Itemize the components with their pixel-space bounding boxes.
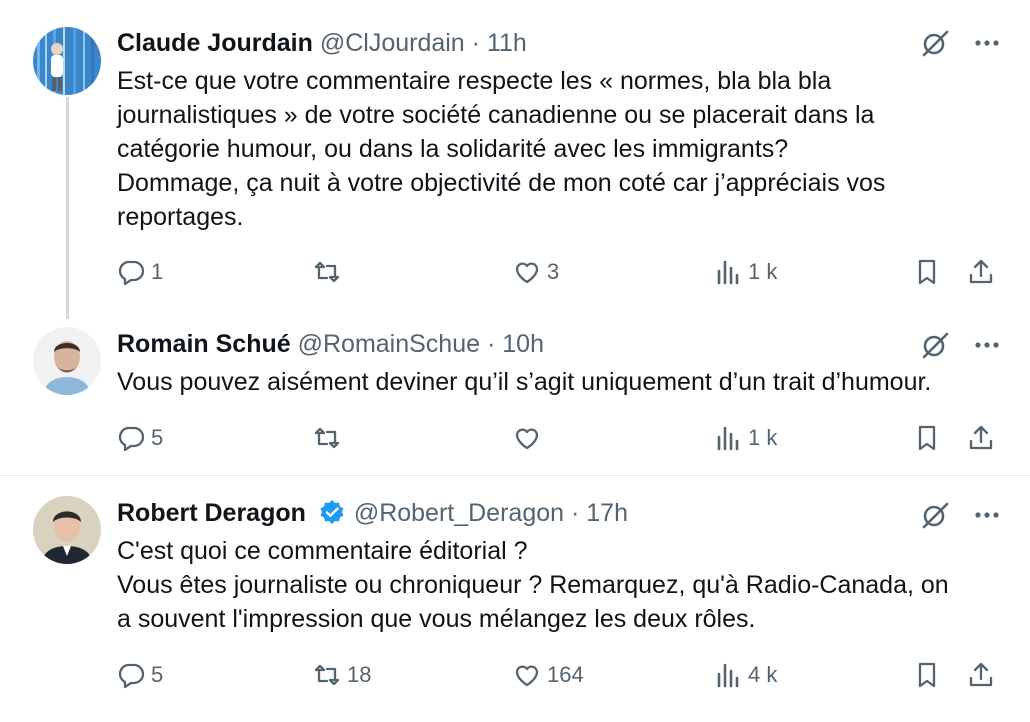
tweet-actions: 1 3 1 k xyxy=(117,252,997,292)
views-button[interactable]: 1 k xyxy=(714,252,777,292)
timestamp[interactable]: 10h xyxy=(502,330,544,358)
reply-icon xyxy=(118,426,145,452)
avatar-image xyxy=(33,327,101,395)
avatar[interactable] xyxy=(33,27,101,95)
repost-icon xyxy=(314,261,340,283)
reply-feed: Claude Jourdain @ClJourdain · 11h Est-ce… xyxy=(0,0,1030,722)
repost-count: 18 xyxy=(347,662,372,687)
author-handle[interactable]: @Robert_Deragon xyxy=(354,499,564,527)
repost-button[interactable]: 18 xyxy=(313,655,371,695)
like-icon xyxy=(515,665,539,687)
tweet-header: Romain Schué @RomainSchue · 10h xyxy=(117,329,544,359)
reply-button[interactable]: 1 xyxy=(117,252,163,292)
tweet-text: Vous pouvez aisément deviner qu’il s’agi… xyxy=(117,365,997,399)
repost-button[interactable] xyxy=(313,418,347,458)
tweet-top-icons xyxy=(920,330,1002,360)
avatar-image xyxy=(33,27,101,95)
view-count: 1 k xyxy=(748,259,778,284)
views-icon xyxy=(717,260,739,285)
tweet-text: Est-ce que votre commentaire respecte le… xyxy=(117,64,997,234)
author-handle[interactable]: @RomainSchue xyxy=(298,330,480,358)
more-icon[interactable] xyxy=(972,28,1002,58)
grok-icon[interactable] xyxy=(920,330,950,360)
repost-icon xyxy=(314,664,340,686)
tweet-line: C'est quoi ce commentaire éditorial ? xyxy=(117,537,528,565)
verified-badge-icon xyxy=(320,500,344,524)
author-handle[interactable]: @ClJourdain xyxy=(320,29,465,57)
tweet-line: a souvent l'impression que vous mélangez… xyxy=(117,605,756,633)
tweet-header: Robert Deragon @Robert_Deragon · 17h xyxy=(117,498,628,528)
reply-button[interactable]: 5 xyxy=(117,418,163,458)
view-count: 4 k xyxy=(748,662,778,687)
like-button[interactable]: 3 xyxy=(513,252,559,292)
bookmark-icon xyxy=(918,259,936,285)
author-name[interactable]: Claude Jourdain xyxy=(117,29,313,57)
like-icon xyxy=(515,262,539,284)
like-button[interactable]: 164 xyxy=(513,655,584,695)
tweet-romain-schue[interactable]: Romain Schué @RomainSchue · 10h Vous pou… xyxy=(0,320,1030,475)
timestamp[interactable]: 11h xyxy=(487,29,527,57)
tweet-actions: 5 18 164 4 k xyxy=(117,655,997,695)
reply-icon xyxy=(118,663,145,689)
tweet-line: Vous êtes journaliste ou chroniqueur ? R… xyxy=(117,571,949,599)
share-icon xyxy=(969,662,993,687)
views-button[interactable]: 4 k xyxy=(714,655,777,695)
bookmark-icon xyxy=(918,425,936,451)
tweet-line: Est-ce que votre commentaire respecte le… xyxy=(117,67,832,95)
tweet-line: Vous pouvez aisément deviner qu’il s’agi… xyxy=(117,368,932,396)
reply-button[interactable]: 5 xyxy=(117,655,163,695)
share-icon xyxy=(969,259,993,284)
grok-icon[interactable] xyxy=(920,500,950,530)
share-button[interactable] xyxy=(967,252,995,292)
tweet-text: C'est quoi ce commentaire éditorial ? Vo… xyxy=(117,534,997,636)
separator-dot: · xyxy=(471,29,480,57)
like-icon xyxy=(515,428,539,450)
author-name[interactable]: Romain Schué xyxy=(117,330,291,358)
views-button[interactable]: 1 k xyxy=(714,418,777,458)
tweet-line: catégorie humour, ou dans la solidarité … xyxy=(117,135,789,163)
tweet-top-icons xyxy=(920,28,1002,58)
more-icon[interactable] xyxy=(972,500,1002,530)
views-icon xyxy=(717,426,739,451)
tweet-claude-jourdain[interactable]: Claude Jourdain @ClJourdain · 11h Est-ce… xyxy=(0,0,1030,320)
tweet-robert-deragon[interactable]: Robert Deragon @Robert_Deragon · 17h C'e… xyxy=(0,476,1030,722)
avatar-image xyxy=(33,496,101,564)
avatar[interactable] xyxy=(33,327,101,395)
reply-count: 5 xyxy=(151,425,164,450)
more-icon[interactable] xyxy=(972,330,1002,360)
share-button[interactable] xyxy=(967,655,995,695)
bookmark-button[interactable] xyxy=(913,418,941,458)
tweet-actions: 5 1 k xyxy=(117,418,997,458)
reply-count: 1 xyxy=(151,259,164,284)
bookmark-icon xyxy=(918,662,936,688)
tweet-header: Claude Jourdain @ClJourdain · 11h xyxy=(117,28,527,58)
bookmark-button[interactable] xyxy=(913,252,941,292)
timestamp[interactable]: 17h xyxy=(586,499,628,527)
view-count: 1 k xyxy=(748,425,778,450)
avatar[interactable] xyxy=(33,496,101,564)
share-button[interactable] xyxy=(967,418,995,458)
like-count: 3 xyxy=(547,259,560,284)
reply-count: 5 xyxy=(151,662,164,687)
tweet-line: reportages. xyxy=(117,203,244,231)
like-button[interactable] xyxy=(513,418,547,458)
like-count: 164 xyxy=(547,662,584,687)
repost-icon xyxy=(314,427,340,449)
tweet-line: journalistiques » de votre société canad… xyxy=(117,101,875,129)
grok-icon[interactable] xyxy=(920,28,950,58)
tweet-top-icons xyxy=(920,500,1002,530)
reply-icon xyxy=(118,260,145,286)
separator-dot: · xyxy=(486,330,496,358)
separator-dot: · xyxy=(570,499,580,527)
views-icon xyxy=(717,663,739,688)
thread-line xyxy=(66,97,69,319)
repost-button[interactable] xyxy=(313,252,347,292)
bookmark-button[interactable] xyxy=(913,655,941,695)
tweet-line: Dommage, ça nuit à votre objectivité de … xyxy=(117,169,886,197)
share-icon xyxy=(969,425,993,450)
author-name[interactable]: Robert Deragon xyxy=(117,499,306,527)
